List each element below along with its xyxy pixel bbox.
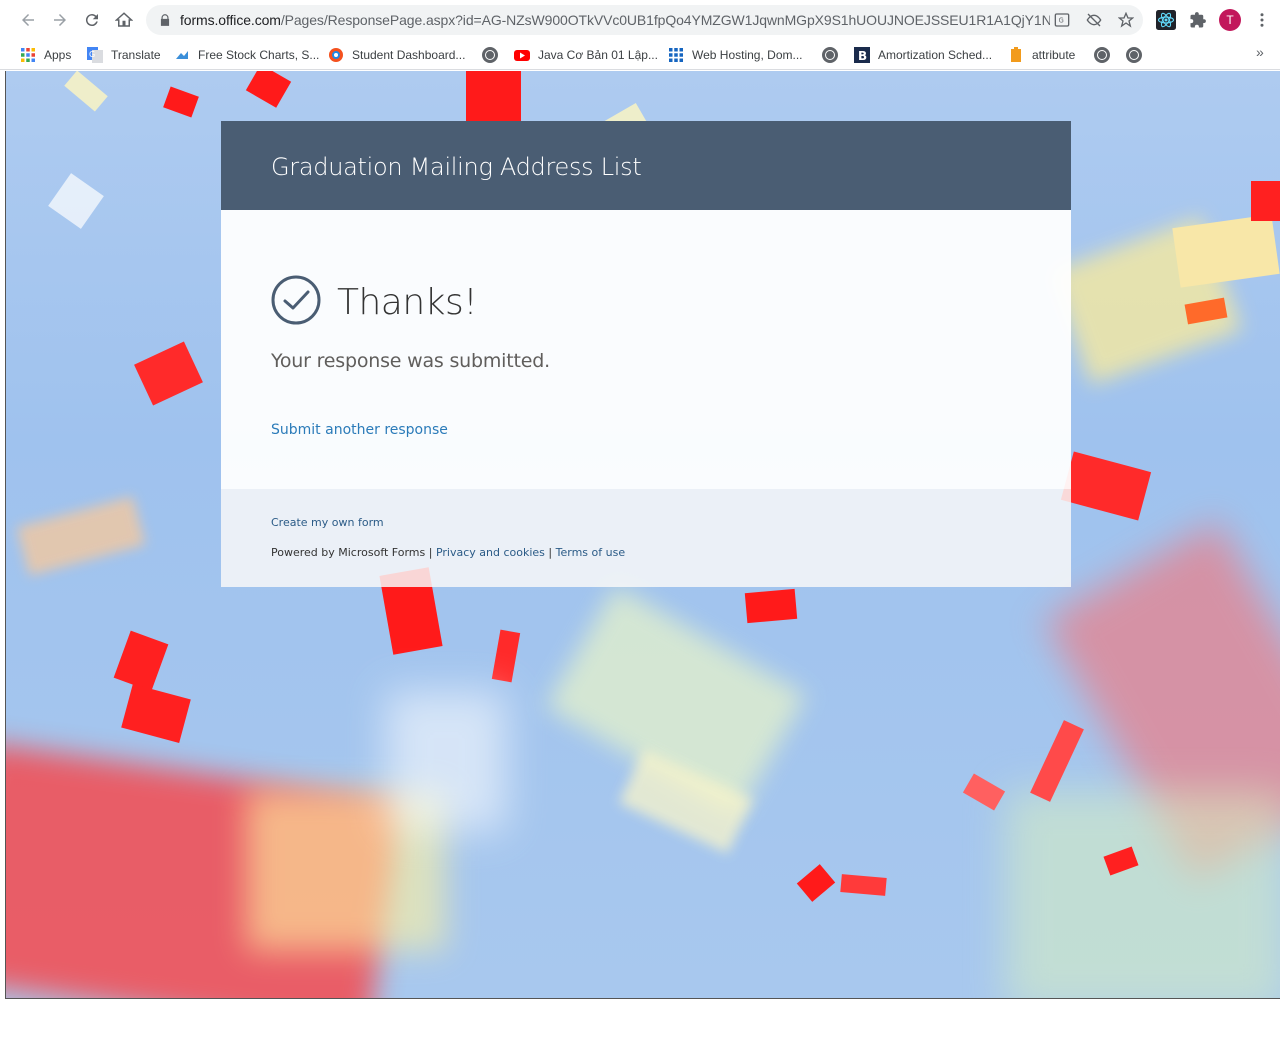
bookmarks-bar: Apps G Translate Free Stock Charts, S...… [0,40,1280,70]
forward-button[interactable] [48,8,72,32]
chart-cloud-icon [174,47,190,63]
student-dashboard-icon [328,47,344,63]
globe-icon[interactable] [1126,47,1142,63]
privacy-cookies-link[interactable]: Privacy and cookies [436,546,545,559]
form-header: Graduation Mailing Address List [221,121,1071,210]
bookmark-label: Apps [44,48,72,62]
reload-button[interactable] [80,8,104,32]
bookmark-translate[interactable]: G Translate [87,44,161,66]
translate-page-icon[interactable]: G [1054,12,1070,28]
bookmark-label: Web Hosting, Dom... [692,48,803,62]
bookmark-web-hosting[interactable]: Web Hosting, Dom... [668,44,802,66]
page-viewport: Graduation Mailing Address List Thanks! … [5,71,1280,999]
grid-icon [668,47,684,63]
svg-text:G: G [89,50,95,59]
terms-of-use-link[interactable]: Terms of use [556,546,625,559]
url-path: /Pages/ResponsePage.aspx?id=AG-NZsW900OT… [280,12,1050,28]
globe-icon[interactable] [822,47,838,63]
back-arrow-icon [22,14,34,26]
submitted-message: Your response was submitted. [271,350,550,372]
forward-arrow-icon [54,14,66,26]
youtube-icon [514,47,530,63]
bookmark-label: Translate [111,48,161,62]
globe-icon[interactable] [482,47,498,63]
b-icon: B [854,47,870,63]
bookmark-free-stock-charts[interactable]: Free Stock Charts, S... [174,44,319,66]
check-circle-icon [271,275,321,325]
bookmark-label: Amortization Sched... [878,48,993,62]
bookmark-attribute[interactable]: attribute [1008,44,1075,66]
thank-you-panel: Thanks! Your response was submitted. Sub… [221,210,1071,489]
svg-text:G: G [1059,17,1064,25]
globe-icon[interactable] [1094,47,1110,63]
bookmark-label: Free Stock Charts, S... [198,48,320,62]
svg-text:B: B [858,49,867,63]
separator: | [428,546,433,559]
create-own-form-link[interactable]: Create my own form [271,516,384,529]
home-button[interactable] [112,8,136,32]
back-button[interactable] [16,8,40,32]
bookmark-student-dashboard[interactable]: Student Dashboard... [328,44,465,66]
bookmark-apps[interactable]: Apps [20,44,71,66]
apps-grid-icon [20,47,36,63]
bookmark-label: Student Dashboard... [352,48,466,62]
thanks-heading: Thanks! [337,282,478,323]
bookmark-orange-icon [1008,47,1024,63]
menu-kebab-icon[interactable] [1252,10,1272,30]
submit-another-response-link[interactable]: Submit another response [271,422,448,438]
google-translate-icon: G [87,47,103,63]
eye-off-icon[interactable] [1086,12,1102,28]
url-text[interactable]: forms.office.com/Pages/ResponsePage.aspx… [180,12,1050,28]
browser-toolbar: forms.office.com/Pages/ResponsePage.aspx… [0,0,1280,40]
more-bookmarks-button[interactable]: » [1256,44,1264,60]
lock-icon [160,14,170,26]
bookmark-amortization[interactable]: B Amortization Sched... [854,44,992,66]
bookmark-label: Java Cơ Bản 01 Lập... [538,48,658,62]
powered-by-line: Powered by Microsoft Forms | Privacy and… [271,546,625,559]
home-icon [115,12,133,27]
address-bar[interactable]: forms.office.com/Pages/ResponsePage.aspx… [146,5,1143,35]
form-title: Graduation Mailing Address List [271,153,642,181]
bookmark-java[interactable]: Java Cơ Bản 01 Lập... [514,44,658,66]
url-host: forms.office.com [180,12,281,28]
react-devtools-icon[interactable] [1156,10,1176,30]
profile-avatar[interactable]: T [1219,9,1241,31]
separator: | [548,546,553,559]
browser-window: forms.office.com/Pages/ResponsePage.aspx… [0,0,1280,1040]
reload-icon [85,14,98,27]
form-footer: Create my own form Powered by Microsoft … [221,489,1071,587]
extensions-puzzle-icon[interactable] [1188,10,1208,30]
star-bookmark-icon[interactable] [1118,12,1134,28]
powered-by-text: Powered by Microsoft Forms [271,546,426,559]
bookmark-label: attribute [1032,48,1076,62]
